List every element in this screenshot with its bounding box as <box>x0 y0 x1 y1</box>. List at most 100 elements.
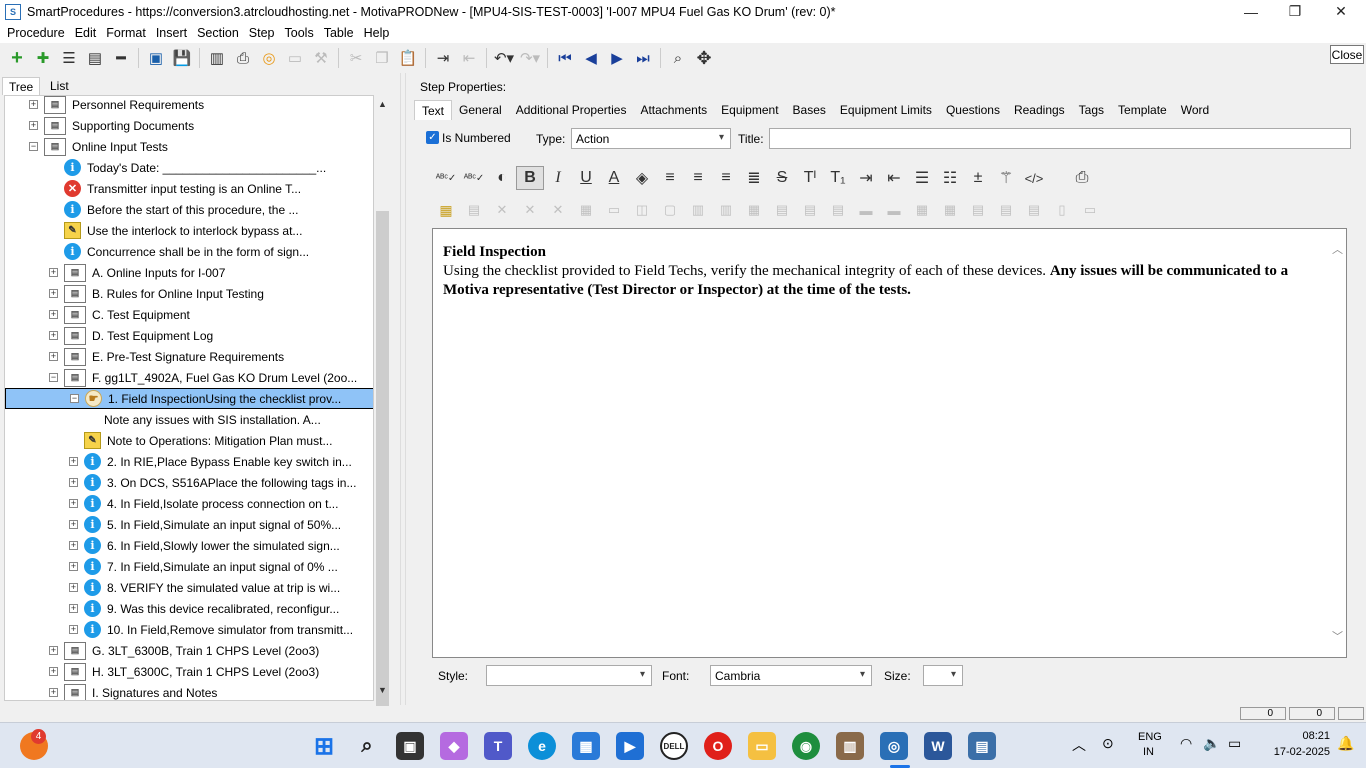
task-view-icon[interactable]: ▣ <box>396 732 424 760</box>
undo-icon[interactable]: ↶▾ <box>491 46 517 70</box>
network-status-icon[interactable]: ⊙ <box>1102 735 1114 752</box>
notification-icon[interactable]: 🔔 <box>1337 735 1354 752</box>
code-icon[interactable]: </> <box>1020 166 1048 190</box>
edge-icon[interactable]: e <box>528 732 556 760</box>
print-icon[interactable]: ⎙ <box>230 46 256 70</box>
numbered-list-icon[interactable]: ☷ <box>936 166 964 190</box>
minimize-button[interactable]: — <box>1228 0 1274 23</box>
expand-toggle[interactable]: + <box>49 310 58 319</box>
maximize-button[interactable]: ❐ <box>1272 0 1318 23</box>
tree-item[interactable]: + ▤ I. Signatures and Notes <box>49 682 217 700</box>
tab-word[interactable]: Word <box>1174 100 1216 120</box>
clock-date[interactable]: 17-02-2025 <box>1258 746 1330 758</box>
teams-icon[interactable]: T <box>484 732 512 760</box>
cell-split-icon[interactable]: ▬ <box>880 198 908 222</box>
tab-tags[interactable]: Tags <box>1072 100 1111 120</box>
size-select[interactable]: ▾ <box>923 665 963 686</box>
store-icon[interactable]: ▦ <box>572 732 600 760</box>
tree-item[interactable]: + ▤ D. Test Equipment Log <box>49 325 213 346</box>
tree-item[interactable]: + i 7. In Field,Simulate an input signal o… <box>69 556 338 577</box>
subscript-icon[interactable]: T₁ <box>824 166 852 190</box>
column-icon[interactable]: ▯ <box>1048 198 1076 222</box>
clock-time[interactable]: 08:21 <box>1280 730 1330 742</box>
valign-top-icon[interactable]: ▦ <box>908 198 936 222</box>
magic-wand-icon[interactable]: ⚚ <box>992 166 1020 190</box>
expand-toggle[interactable]: + <box>29 100 38 109</box>
tab-tree[interactable]: Tree <box>2 77 41 95</box>
menu-insert[interactable]: Insert <box>151 26 192 40</box>
justify-icon[interactable]: ≣ <box>740 166 768 190</box>
sync-icon[interactable]: ◎ <box>256 46 282 70</box>
menu-procedure[interactable]: Procedure <box>2 26 70 40</box>
merge-icon[interactable]: ▭ <box>600 198 628 222</box>
tree-item[interactable]: + i 5. In Field,Simulate an input signal o… <box>69 514 341 535</box>
cell-props-icon[interactable]: ▦ <box>572 198 600 222</box>
copy-icon[interactable]: ❐ <box>369 46 395 70</box>
style-select[interactable]: ▾ <box>486 665 652 686</box>
expand-toggle[interactable]: + <box>49 268 58 277</box>
tree-item[interactable]: ✕ Transmitter input testing is an Online … <box>49 178 301 199</box>
bullet-list-icon[interactable]: ☰ <box>908 166 936 190</box>
cell-merge-icon[interactable]: ▬ <box>852 198 880 222</box>
tree-item[interactable]: + i 9. Was this device recalibrated, recon… <box>69 598 339 619</box>
add-child-icon[interactable]: ✚ <box>30 46 56 70</box>
previous-icon[interactable]: ◀ <box>578 46 604 70</box>
expand-toggle[interactable]: + <box>69 520 78 529</box>
expand-toggle[interactable]: + <box>69 499 78 508</box>
tree-item[interactable]: i Before the start of this procedure, the… <box>49 199 298 220</box>
width-icon[interactable]: ▤ <box>992 198 1020 222</box>
underline-icon[interactable]: U <box>572 166 600 190</box>
tab-general[interactable]: General <box>452 100 509 120</box>
tree-item[interactable]: + i 8. VERIFY the simulated value at trip … <box>69 577 340 598</box>
delete-row-icon[interactable]: ✕ <box>488 198 516 222</box>
type-select[interactable]: Action ▾ <box>571 128 731 149</box>
menu-step[interactable]: Step <box>244 26 280 40</box>
border-icon[interactable]: ▢ <box>656 198 684 222</box>
close-window-button[interactable]: ✕ <box>1318 0 1364 23</box>
delete-col-icon[interactable]: ✕ <box>516 198 544 222</box>
file-explorer-icon[interactable]: ▭ <box>748 732 776 760</box>
col-left-icon[interactable]: ▥ <box>684 198 712 222</box>
expand-toggle[interactable]: + <box>49 352 58 361</box>
menu-table[interactable]: Table <box>319 26 359 40</box>
is-numbered-checkbox[interactable]: ✓ <box>426 131 439 144</box>
col-right-icon[interactable]: ▥ <box>712 198 740 222</box>
expand-toggle[interactable]: + <box>29 121 38 130</box>
word-icon[interactable]: W <box>924 732 952 760</box>
expand-toggle[interactable]: − <box>70 394 79 403</box>
remote-desktop-icon[interactable]: ▥ <box>836 732 864 760</box>
step-text-editor[interactable]: Field Inspection Using the checklist pro… <box>432 228 1347 658</box>
valign-bottom-icon[interactable]: ▤ <box>964 198 992 222</box>
menu-edit[interactable]: Edit <box>70 26 102 40</box>
tree-item[interactable]: + i 10. In Field,Remove simulator from tra… <box>69 619 353 640</box>
tree-item[interactable]: i Today's Date: _______________________..… <box>49 157 326 178</box>
tree-item[interactable]: Note any issues with SIS installation. A… <box>89 409 321 430</box>
move-icon[interactable]: ✥ <box>691 46 717 70</box>
align-center-icon[interactable]: ≡ <box>684 166 712 190</box>
tree-item[interactable]: ✎ Note to Operations: Mitigation Plan mus… <box>69 430 332 451</box>
split-icon[interactable]: ◫ <box>628 198 656 222</box>
tree-item[interactable]: + i 2. In RIE,Place Bypass Enable key swit… <box>69 451 352 472</box>
tree-item[interactable]: + ▤ A. Online Inputs for I-007 <box>49 262 225 283</box>
row-delete-icon[interactable]: ▤ <box>824 198 852 222</box>
expand-toggle[interactable]: − <box>29 142 38 151</box>
tree-item[interactable]: − ▤ Online Input Tests <box>29 136 168 157</box>
redo-icon[interactable]: ↷▾ <box>517 46 543 70</box>
insert-rule-icon[interactable]: ± <box>964 166 992 190</box>
splitter[interactable] <box>400 73 406 705</box>
tree-item[interactable]: − ☛ 1. Field InspectionUsing the checklist… <box>5 388 373 409</box>
print-preview-icon[interactable]: ⎙ <box>1068 166 1096 190</box>
row-above-icon[interactable]: ▤ <box>768 198 796 222</box>
cut-icon[interactable]: ✂ <box>343 46 369 70</box>
tree-item[interactable]: + i 3. On DCS, S516APlace the following ta… <box>69 472 356 493</box>
view-icon[interactable]: ▭ <box>282 46 308 70</box>
remove-icon[interactable]: ━ <box>108 46 134 70</box>
expand-toggle[interactable]: + <box>69 625 78 634</box>
align-left-icon[interactable]: ≡ <box>656 166 684 190</box>
expand-toggle[interactable]: + <box>49 646 58 655</box>
tab-equipment[interactable]: Equipment <box>714 100 785 120</box>
last-icon[interactable]: ⏭ <box>630 46 656 70</box>
highlight-icon[interactable]: ◈ <box>628 166 656 190</box>
tab-list[interactable]: List <box>44 77 75 95</box>
outdent-icon[interactable]: ⇤ <box>456 46 482 70</box>
